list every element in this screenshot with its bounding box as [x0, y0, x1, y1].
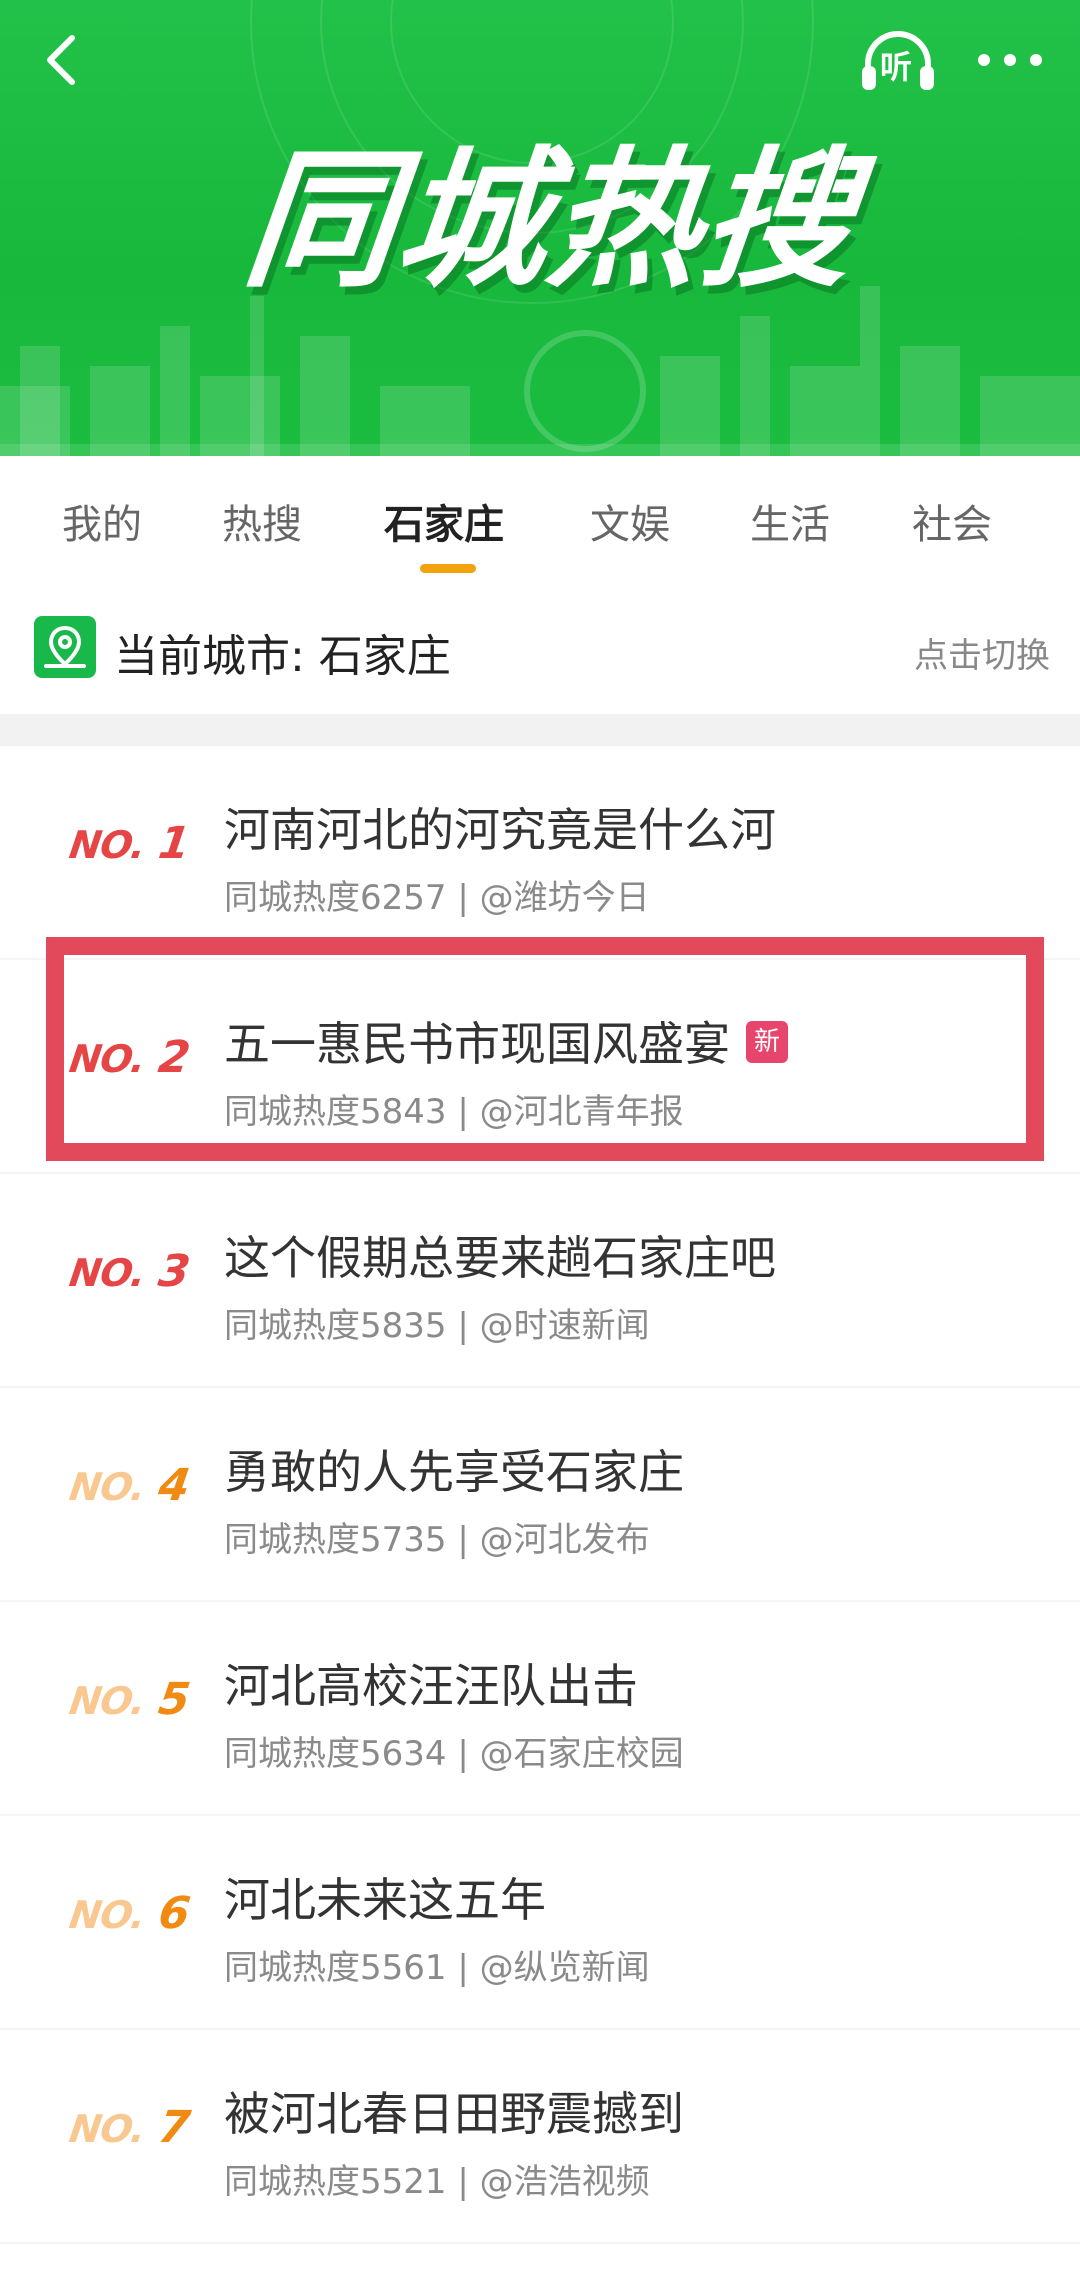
listen-label: 听	[880, 48, 913, 86]
item-title: 勇敢的人先享受石家庄	[224, 1445, 684, 1499]
tab-mine[interactable]: 我的	[62, 492, 142, 550]
rank-label: NO. 3	[66, 1246, 193, 1297]
page-title: 同城热搜	[236, 134, 864, 308]
active-tab-indicator	[420, 564, 476, 573]
location-pin-icon	[34, 616, 96, 678]
rank-label: NO. 6	[66, 1888, 193, 1939]
more-dots-icon	[978, 54, 1042, 66]
list-item[interactable]: NO. 6 河北未来这五年 同城热度5561 | @纵览新闻	[0, 1816, 1080, 2030]
rank-label: NO. 5	[66, 1674, 193, 1725]
item-meta: 同城热度5843 | @河北青年报	[224, 1092, 684, 1132]
item-title: 被河北春日田野震撼到	[224, 2087, 684, 2141]
rank-label: NO. 2	[66, 1032, 193, 1083]
item-title: 河北高校汪汪队出击	[224, 1659, 638, 1713]
tab-shijiazhuang[interactable]: 石家庄	[384, 492, 504, 550]
rank-label: NO. 7	[66, 2102, 193, 2153]
item-meta: 同城热度5735 | @河北发布	[224, 1520, 650, 1560]
list-item[interactable]: NO. 4 勇敢的人先享受石家庄 同城热度5735 | @河北发布	[0, 1388, 1080, 1602]
tab-entertainment[interactable]: 文娱	[590, 492, 670, 550]
back-button[interactable]	[34, 30, 94, 90]
more-button[interactable]	[970, 30, 1050, 90]
item-meta: 同城热度5835 | @时速新闻	[224, 1306, 650, 1346]
listen-button[interactable]: 听	[858, 26, 938, 96]
item-meta: 同城热度5634 | @石家庄校园	[224, 1734, 684, 1774]
rank-label: NO. 4	[66, 1460, 193, 1511]
new-badge: 新	[746, 1020, 788, 1063]
item-meta: 同城热度5521 | @浩浩视频	[224, 2162, 650, 2202]
item-title: 河北未来这五年	[224, 1873, 546, 1927]
chevron-left-icon	[47, 35, 75, 85]
item-title: 五一惠民书市现国风盛宴新	[224, 1008, 788, 1074]
item-title: 这个假期总要来趟石家庄吧	[224, 1231, 776, 1285]
tab-life[interactable]: 生活	[750, 492, 830, 550]
hot-search-list: NO. 1 河南河北的河究竟是什么河 同城热度6257 | @潍坊今日 NO. …	[0, 746, 1080, 2244]
list-item[interactable]: NO. 7 被河北春日田野震撼到 同城热度5521 | @浩浩视频	[0, 2030, 1080, 2244]
switch-city-link[interactable]: 点击切换	[914, 628, 1050, 677]
current-city-label: 当前城市: 石家庄	[114, 631, 451, 682]
tab-hot-search[interactable]: 热搜	[222, 492, 302, 550]
list-item[interactable]: NO. 5 河北高校汪汪队出击 同城热度5634 | @石家庄校园	[0, 1602, 1080, 1816]
item-title: 河南河北的河究竟是什么河	[224, 803, 776, 857]
tab-society[interactable]: 社会	[912, 492, 992, 550]
list-item[interactable]: NO. 2 五一惠民书市现国风盛宴新 同城热度5843 | @河北青年报	[0, 960, 1080, 1174]
category-tabs: 我的 热搜 石家庄 文娱 生活 社会	[0, 456, 1080, 586]
list-item[interactable]: NO. 3 这个假期总要来趟石家庄吧 同城热度5835 | @时速新闻	[0, 1174, 1080, 1388]
list-item[interactable]: NO. 1 河南河北的河究竟是什么河 同城热度6257 | @潍坊今日	[0, 746, 1080, 960]
section-divider	[0, 714, 1080, 746]
rank-label: NO. 1	[66, 818, 193, 869]
item-meta: 同城热度5561 | @纵览新闻	[224, 1948, 650, 1988]
item-meta: 同城热度6257 | @潍坊今日	[224, 878, 650, 918]
current-city-bar: 当前城市: 石家庄 点击切换	[0, 584, 1080, 714]
header-banner: 听 同城热搜	[0, 0, 1080, 456]
